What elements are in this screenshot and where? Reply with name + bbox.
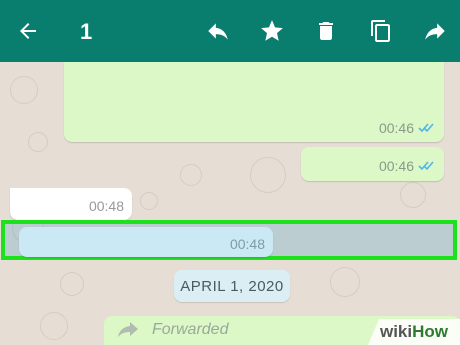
watermark-how: How	[412, 322, 448, 341]
forwarded-label: Forwarded	[152, 321, 229, 338]
back-arrow-icon[interactable]	[14, 17, 42, 45]
message-bubble[interactable]: 00:46	[64, 62, 444, 142]
message-bubble[interactable]: 00:48	[19, 227, 273, 257]
selected-count: 1	[80, 19, 93, 44]
message-time: 00:48	[229, 236, 265, 252]
forward-indicator-icon	[118, 322, 138, 337]
reply-icon[interactable]	[204, 17, 232, 45]
message-bubble[interactable]: 00:46	[301, 147, 444, 181]
forward-icon[interactable]	[421, 17, 449, 45]
star-icon[interactable]	[258, 17, 286, 45]
watermark-wiki: wiki	[379, 322, 413, 341]
message-time: 00:48	[88, 198, 124, 214]
delete-icon[interactable]	[312, 17, 340, 45]
selection-toolbar: 1	[0, 0, 460, 62]
message-time: 00:46	[378, 120, 414, 136]
double-check-icon	[418, 123, 434, 133]
wikihow-watermark: wiki How	[368, 319, 460, 345]
selected-message-row[interactable]: 00:48	[1, 220, 457, 260]
message-bubble[interactable]: 00:48	[10, 188, 132, 220]
copy-icon[interactable]	[367, 17, 395, 45]
date-separator: APRIL 1, 2020	[174, 270, 290, 302]
double-check-icon	[418, 161, 434, 171]
message-time: 00:46	[378, 158, 414, 174]
